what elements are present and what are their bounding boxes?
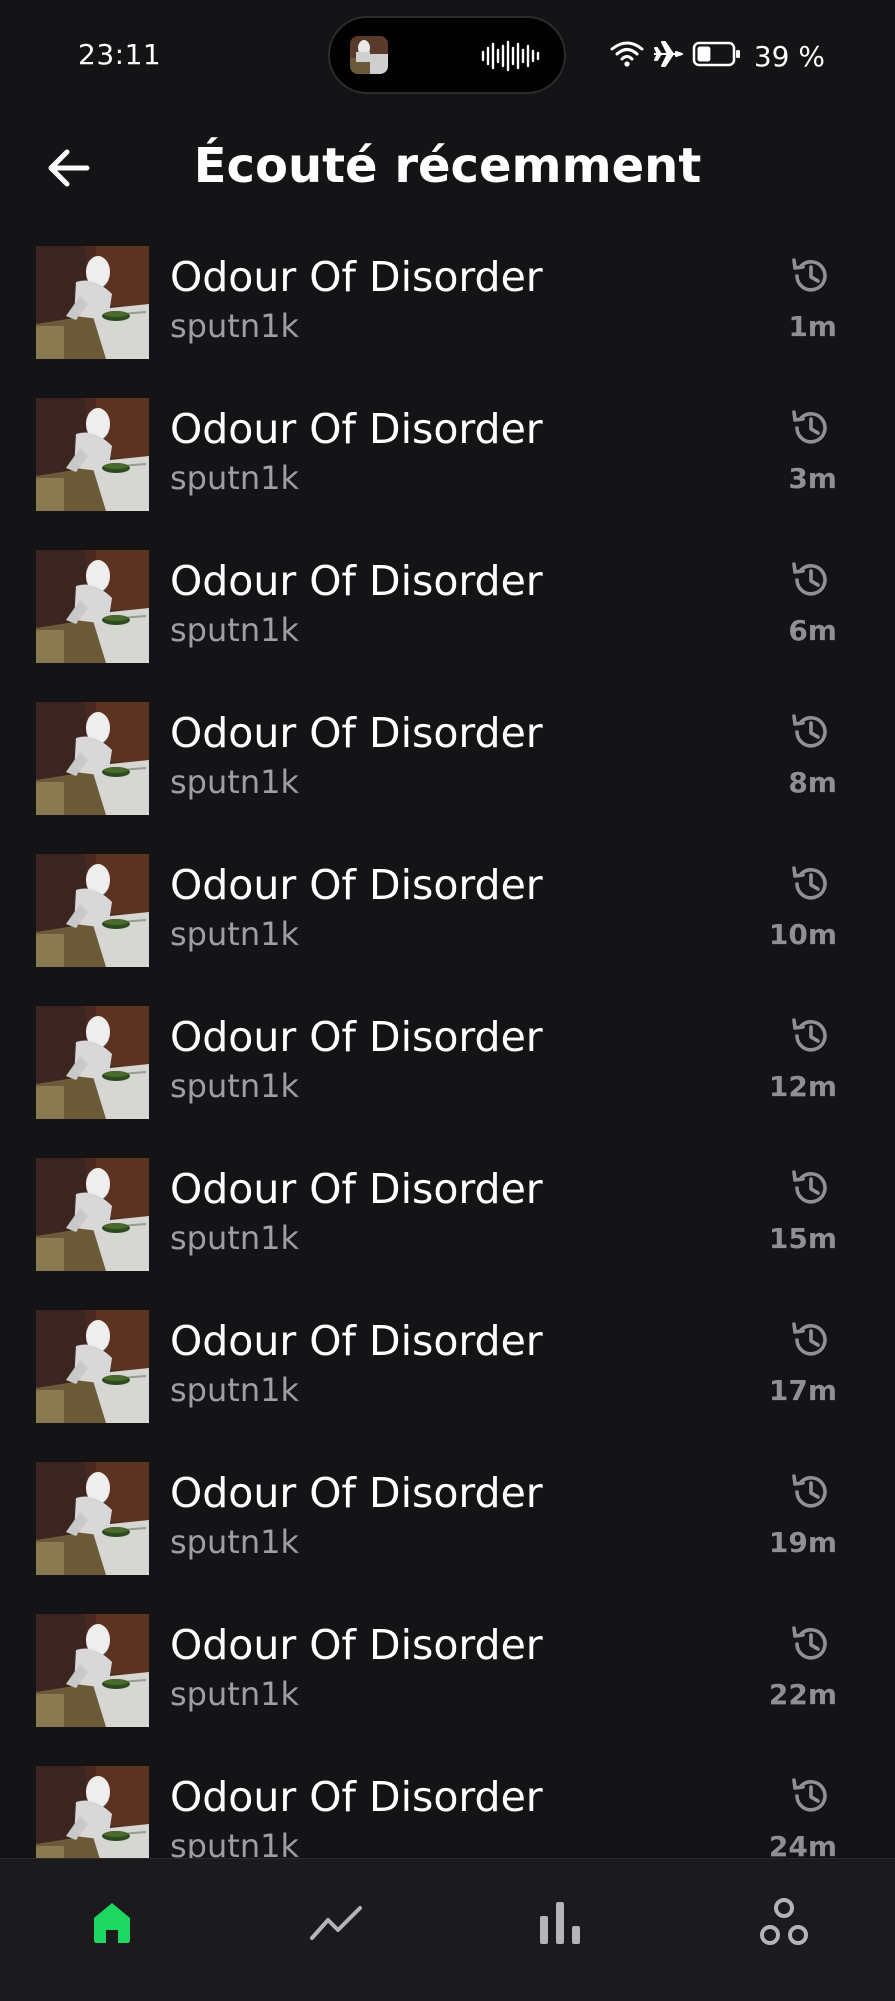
album-cover: [36, 1158, 149, 1271]
track-row[interactable]: Odour Of Disorder sputn1k 24m: [0, 1760, 895, 1858]
played-time-ago: 6m: [788, 614, 837, 647]
played-time-ago: 19m: [768, 1526, 837, 1559]
history-icon: [789, 1622, 833, 1666]
track-artist: sputn1k: [170, 1067, 299, 1105]
now-playing-island[interactable]: [328, 16, 566, 94]
recently-played-list[interactable]: Odour Of Disorder sputn1k 1m Odour Of Di…: [0, 240, 895, 1858]
history-icon: [789, 1166, 833, 1210]
track-row[interactable]: Odour Of Disorder sputn1k 6m: [0, 544, 895, 696]
nav-trends[interactable]: [296, 1889, 376, 1959]
track-title: Odour Of Disorder: [170, 861, 543, 909]
history-icon: [789, 862, 833, 906]
track-title: Odour Of Disorder: [170, 1317, 543, 1365]
page-title: Écouté récemment: [193, 138, 702, 194]
track-artist: sputn1k: [170, 1675, 299, 1713]
track-title: Odour Of Disorder: [170, 1773, 543, 1821]
track-row[interactable]: Odour Of Disorder sputn1k 17m: [0, 1304, 895, 1456]
track-artist: sputn1k: [170, 1827, 299, 1858]
island-album-art: [350, 36, 388, 74]
played-time-ago: 1m: [788, 310, 837, 343]
album-cover: [36, 702, 149, 815]
track-title: Odour Of Disorder: [170, 1621, 543, 1669]
page-header: Écouté récemment: [0, 120, 895, 220]
track-artist: sputn1k: [170, 307, 299, 345]
track-row[interactable]: Odour Of Disorder sputn1k 12m: [0, 1000, 895, 1152]
battery-percent: 39 %: [753, 39, 825, 73]
played-time-ago: 12m: [768, 1070, 837, 1103]
share-icon: [757, 1895, 811, 1953]
album-cover: [36, 1006, 149, 1119]
track-title: Odour Of Disorder: [170, 1165, 543, 1213]
track-title: Odour Of Disorder: [170, 557, 543, 605]
played-time-ago: 3m: [788, 462, 837, 495]
nav-home[interactable]: [72, 1889, 152, 1959]
played-time-ago: 10m: [768, 918, 837, 951]
track-title: Odour Of Disorder: [170, 1469, 543, 1517]
history-icon: [789, 1470, 833, 1514]
track-artist: sputn1k: [170, 763, 299, 801]
album-cover: [36, 854, 149, 967]
status-icons: 39 %: [610, 36, 825, 76]
track-artist: sputn1k: [170, 1371, 299, 1409]
status-time: 23:11: [78, 38, 162, 71]
track-row[interactable]: Odour Of Disorder sputn1k 22m: [0, 1608, 895, 1760]
track-artist: sputn1k: [170, 1219, 299, 1257]
album-cover: [36, 1766, 149, 1858]
played-time-ago: 17m: [768, 1374, 837, 1407]
bottom-nav: [0, 1858, 895, 2001]
album-cover: [36, 1614, 149, 1727]
album-cover: [36, 398, 149, 511]
track-title: Odour Of Disorder: [170, 1013, 543, 1061]
history-icon: [789, 1014, 833, 1058]
track-artist: sputn1k: [170, 1523, 299, 1561]
history-icon: [789, 406, 833, 450]
track-title: Odour Of Disorder: [170, 253, 543, 301]
history-icon: [789, 1318, 833, 1362]
airplane-icon: [652, 39, 684, 73]
nav-stats[interactable]: [520, 1889, 600, 1959]
home-icon: [88, 1898, 136, 1950]
track-row[interactable]: Odour Of Disorder sputn1k 3m: [0, 392, 895, 544]
album-cover: [36, 1462, 149, 1575]
audio-wave-icon: [480, 40, 542, 76]
track-artist: sputn1k: [170, 915, 299, 953]
trend-icon: [308, 1902, 364, 1946]
track-row[interactable]: Odour Of Disorder sputn1k 15m: [0, 1152, 895, 1304]
battery-icon: [692, 40, 742, 72]
played-time-ago: 8m: [788, 766, 837, 799]
history-icon: [789, 254, 833, 298]
track-artist: sputn1k: [170, 611, 299, 649]
track-title: Odour Of Disorder: [170, 709, 543, 757]
album-cover: [36, 550, 149, 663]
track-artist: sputn1k: [170, 459, 299, 497]
history-icon: [789, 1774, 833, 1818]
album-cover: [36, 246, 149, 359]
track-row[interactable]: Odour Of Disorder sputn1k 10m: [0, 848, 895, 1000]
history-icon: [789, 710, 833, 754]
track-row[interactable]: Odour Of Disorder sputn1k 8m: [0, 696, 895, 848]
played-time-ago: 15m: [768, 1222, 837, 1255]
track-title: Odour Of Disorder: [170, 405, 543, 453]
bar-chart-icon: [536, 1898, 584, 1950]
history-icon: [789, 558, 833, 602]
album-cover: [36, 1310, 149, 1423]
nav-social[interactable]: [744, 1889, 824, 1959]
track-row[interactable]: Odour Of Disorder sputn1k 1m: [0, 240, 895, 392]
status-bar: 23:11 39 %: [0, 0, 895, 110]
track-row[interactable]: Odour Of Disorder sputn1k 19m: [0, 1456, 895, 1608]
played-time-ago: 24m: [768, 1830, 837, 1858]
wifi-icon: [610, 39, 644, 73]
played-time-ago: 22m: [768, 1678, 837, 1711]
